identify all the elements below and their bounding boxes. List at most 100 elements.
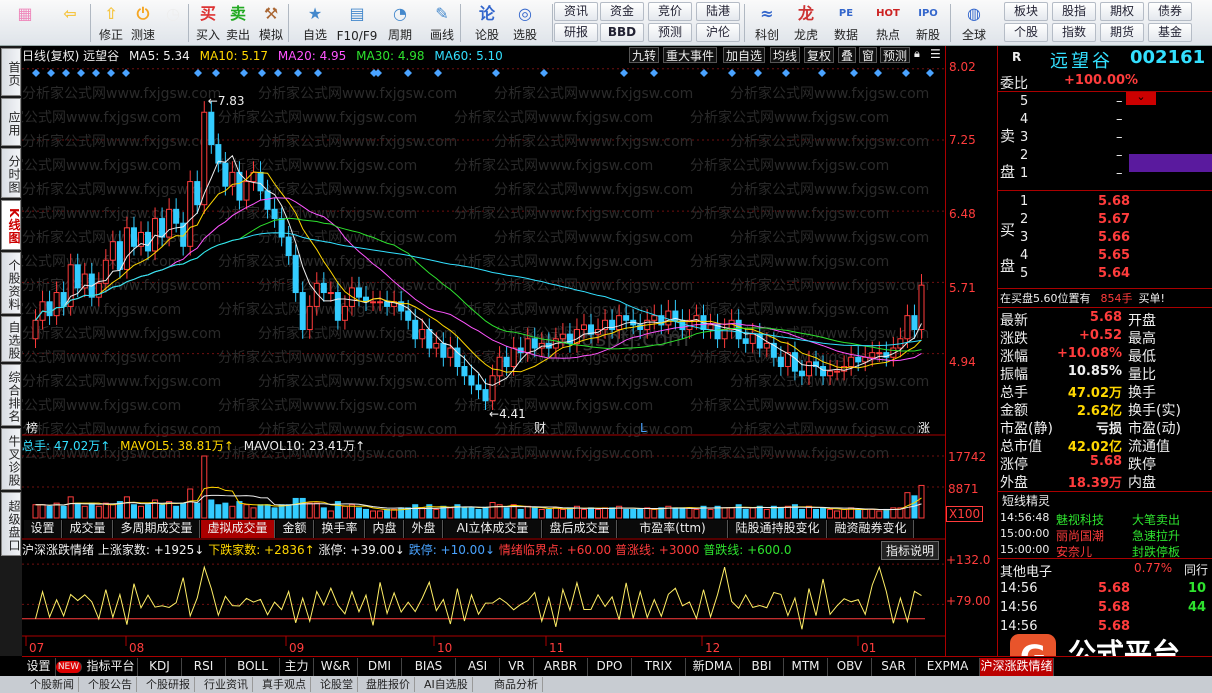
- info-tab-0[interactable]: 个股新闻: [26, 677, 79, 692]
- chart-tool-6[interactable]: 窗: [859, 47, 878, 63]
- toolbar-buy-button[interactable]: 买买入: [194, 0, 222, 46]
- leftnav-item-3[interactable]: K线图: [1, 200, 21, 250]
- toolbar-ipo-button[interactable]: IPO 新股: [910, 0, 946, 46]
- leftnav-item-4[interactable]: 个股资料: [1, 252, 21, 314]
- toolbar-pe-button[interactable]: PE 数据: [828, 0, 864, 46]
- elf-stock[interactable]: 魅视科技: [1056, 511, 1104, 528]
- toolbar-grid-3[interactable]: 陆港: [696, 2, 740, 21]
- toolbar-sell-button[interactable]: 卖卖出: [224, 0, 252, 46]
- volume-subtab-10[interactable]: 市盈率(ttm): [618, 520, 728, 538]
- toolbar-cycle-button[interactable]: ◔ 周期: [380, 0, 420, 46]
- toolbar-grid-12[interactable]: 个股: [1004, 23, 1048, 42]
- indicator-tab-6[interactable]: 主力: [280, 658, 314, 676]
- chart-tool-0[interactable]: 九转: [629, 47, 660, 63]
- toolbar-hot-button[interactable]: HOT 热点: [870, 0, 906, 46]
- toolbar-dragon-button[interactable]: 龙龙虎: [788, 0, 824, 46]
- elf-stock[interactable]: 丽尚国潮: [1056, 527, 1104, 544]
- toolbar-grid-1[interactable]: 资金: [600, 2, 644, 21]
- volume-subtab-8[interactable]: AI立体成交量: [444, 520, 542, 538]
- indicator-tab-5[interactable]: BOLL: [226, 658, 280, 676]
- volume-subtab-2[interactable]: 多周期成交量: [114, 520, 200, 538]
- leftnav-item-2[interactable]: 分时图: [1, 148, 21, 198]
- leftnav-item-7[interactable]: 牛叉诊股: [1, 428, 21, 490]
- sector-name[interactable]: 其他电子: [1000, 561, 1052, 580]
- indicator-tab-2[interactable]: 指标平台: [84, 658, 138, 676]
- lock-icon[interactable]: 🔒︎: [914, 47, 920, 61]
- toolbar-discuss-button[interactable]: 论论股: [470, 0, 504, 46]
- info-tab-1[interactable]: 个股公告: [84, 677, 137, 692]
- indicator-tab-3[interactable]: KDJ: [138, 658, 182, 676]
- toolbar-grid-11[interactable]: 债券: [1148, 2, 1192, 21]
- volume-subtab-9[interactable]: 盘后成交量: [543, 520, 617, 538]
- chart-tool-3[interactable]: 均线: [770, 47, 801, 63]
- indicator-tab-12[interactable]: ARBR: [534, 658, 588, 676]
- menu-icon[interactable]: ☰: [930, 47, 941, 61]
- volume-subtab-5[interactable]: 换手率: [315, 520, 365, 538]
- indicator-tab-4[interactable]: RSI: [182, 658, 226, 676]
- toolbar-clock-button[interactable]: ◷: [158, 0, 188, 46]
- toolbar-globe-button[interactable]: ◍ 全球: [954, 0, 994, 46]
- indicator-help-button[interactable]: 指标说明: [880, 541, 939, 560]
- toolbar-grid-2[interactable]: 竞价: [648, 2, 692, 21]
- toolbar-grid-13[interactable]: 指数: [1052, 23, 1096, 42]
- volume-subtab-11[interactable]: 陆股通持股变化: [729, 520, 827, 538]
- indicator-tab-21[interactable]: 沪深涨跌情绪: [980, 658, 1054, 676]
- volume-subtab-0[interactable]: 设置: [24, 520, 62, 538]
- volume-subtab-6[interactable]: 内盘: [366, 520, 404, 538]
- indicator-tab-1[interactable]: NEW: [56, 661, 82, 673]
- indicator-tab-15[interactable]: 新DMA: [686, 658, 740, 676]
- info-tab-8[interactable]: 商品分析: [490, 677, 543, 692]
- indicator-tab-9[interactable]: BIAS: [402, 658, 456, 676]
- toolbar-star-button[interactable]: ★ 自选: [296, 0, 334, 46]
- toolbar-grid-14[interactable]: 期货: [1100, 23, 1144, 42]
- toolbar-grid-5[interactable]: BBD: [600, 23, 644, 42]
- indicator-tab-20[interactable]: EXPMA: [916, 658, 980, 676]
- toolbar-grid-0[interactable]: 资讯: [554, 2, 598, 21]
- toolbar-power-button[interactable]: ⏻ 测速: [128, 0, 158, 46]
- info-tab-2[interactable]: 个股研报: [142, 677, 195, 692]
- indicator-tab-13[interactable]: DPO: [588, 658, 632, 676]
- indicator-tab-14[interactable]: TRIX: [632, 658, 686, 676]
- toolbar-grid-4[interactable]: 研报: [554, 23, 598, 42]
- elf-title[interactable]: 短线精灵: [1002, 492, 1050, 509]
- toolbar-grid-10[interactable]: 期权: [1100, 2, 1144, 21]
- info-tab-3[interactable]: 行业资讯: [200, 677, 253, 692]
- info-tab-4[interactable]: 真手观点: [258, 677, 311, 692]
- indicator-tab-19[interactable]: SAR: [872, 658, 916, 676]
- toolbar-up-arrow-button[interactable]: ⇧ 修正: [96, 0, 126, 46]
- toolbar-back-arrow-button[interactable]: ⇦: [52, 0, 88, 46]
- volume-subtab-3[interactable]: 虚拟成交量: [201, 520, 275, 538]
- chart-tool-2[interactable]: 加自选: [723, 47, 766, 63]
- toolbar-home-grid-button[interactable]: ▦: [8, 0, 42, 46]
- chart-tool-1[interactable]: 重大事件: [663, 47, 718, 63]
- leftnav-item-1[interactable]: 应用: [1, 98, 21, 146]
- indicator-tab-17[interactable]: MTM: [784, 658, 828, 676]
- volume-subtab-1[interactable]: 成交量: [63, 520, 113, 538]
- leftnav-item-5[interactable]: 自选股: [1, 316, 21, 362]
- toolbar-f10-button[interactable]: ▤ F10/F9: [336, 0, 378, 46]
- toolbar-star-board-button[interactable]: ≈ 科创: [750, 0, 784, 46]
- info-tab-5[interactable]: 论股堂: [316, 677, 358, 692]
- indicator-tab-10[interactable]: ASI: [456, 658, 500, 676]
- chart-tool-4[interactable]: 复权: [804, 47, 835, 63]
- leftnav-item-6[interactable]: 综合排名: [1, 364, 21, 426]
- toolbar-grid-6[interactable]: 预测: [648, 23, 692, 42]
- toolbar-grid-7[interactable]: 沪伦: [696, 23, 740, 42]
- toolbar-grid-15[interactable]: 基金: [1148, 23, 1192, 42]
- leftnav-item-8[interactable]: 超级盘口: [1, 492, 21, 556]
- volume-subtab-12[interactable]: 融资融券变化: [828, 520, 914, 538]
- kline-chart[interactable]: 分析家公式网www.fxjgsw.com 分析家公式网www.fxjgsw.com…: [0, 46, 945, 656]
- indicator-tab-16[interactable]: BBI: [740, 658, 784, 676]
- indicator-tab-8[interactable]: DMI: [358, 658, 402, 676]
- indicator-tab-7[interactable]: W&R: [314, 658, 358, 676]
- info-tab-7[interactable]: AI自选股: [420, 677, 473, 692]
- toolbar-grid-9[interactable]: 股指: [1052, 2, 1096, 21]
- indicator-tab-18[interactable]: OBV: [828, 658, 872, 676]
- indicator-tab-0[interactable]: 设置: [22, 658, 56, 676]
- toolbar-hammer-button[interactable]: ⚒ 模拟: [256, 0, 286, 46]
- toolbar-grid-8[interactable]: 板块: [1004, 2, 1048, 21]
- leftnav-item-0[interactable]: 首页: [1, 48, 21, 96]
- kline-chart-area[interactable]: 分析家公式网www.fxjgsw.com 分析家公式网www.fxjgsw.com…: [0, 46, 952, 656]
- collapse-icon[interactable]: ⌄: [1126, 91, 1156, 105]
- volume-subtab-7[interactable]: 外盘: [405, 520, 443, 538]
